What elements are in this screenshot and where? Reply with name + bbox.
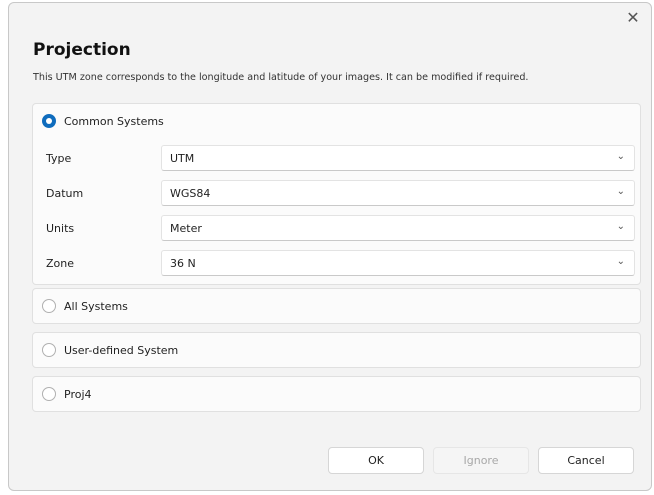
chevron-down-icon: ⌄	[616, 151, 625, 162]
proj4-radio[interactable]	[42, 387, 56, 401]
datum-row: Datum WGS84 ⌄	[33, 180, 640, 206]
ignore-button[interactable]: Ignore	[433, 447, 529, 474]
zone-row: Zone 36 N ⌄	[33, 250, 640, 276]
all-systems-panel: All Systems	[32, 288, 641, 324]
all-systems-radio[interactable]	[42, 299, 56, 313]
all-systems-label: All Systems	[64, 299, 128, 313]
dialog-description: This UTM zone corresponds to the longitu…	[33, 72, 529, 83]
common-systems-radio[interactable]	[42, 114, 56, 128]
user-defined-system-panel: User-defined System	[32, 332, 641, 368]
type-row: Type UTM ⌄	[33, 145, 640, 171]
type-label: Type	[46, 152, 72, 165]
common-systems-label: Common Systems	[64, 114, 164, 128]
proj4-radio-option[interactable]: Proj4	[42, 387, 92, 401]
user-defined-system-label: User-defined System	[64, 343, 179, 357]
all-systems-radio-option[interactable]: All Systems	[42, 299, 128, 313]
units-select[interactable]: Meter ⌄	[161, 215, 635, 241]
cancel-button[interactable]: Cancel	[538, 447, 634, 474]
datum-label: Datum	[46, 187, 84, 200]
radio-selected-dot	[46, 118, 52, 124]
proj4-label: Proj4	[64, 387, 92, 401]
proj4-panel: Proj4	[32, 376, 641, 412]
zone-label: Zone	[46, 257, 75, 270]
type-select[interactable]: UTM ⌄	[161, 145, 635, 171]
units-label: Units	[46, 222, 75, 235]
zone-value: 36 N	[170, 257, 196, 270]
units-value: Meter	[170, 222, 202, 235]
type-value: UTM	[170, 152, 195, 165]
chevron-down-icon: ⌄	[616, 186, 625, 197]
units-row: Units Meter ⌄	[33, 215, 640, 241]
datum-select[interactable]: WGS84 ⌄	[161, 180, 635, 206]
dialog-title: Projection	[33, 40, 131, 60]
common-systems-panel: Common Systems Type UTM ⌄ Datum WGS84 ⌄ …	[32, 103, 641, 285]
chevron-down-icon: ⌄	[616, 221, 625, 232]
chevron-down-icon: ⌄	[616, 256, 625, 267]
common-systems-radio-option[interactable]: Common Systems	[42, 114, 164, 128]
close-icon[interactable]: ✕	[623, 8, 643, 28]
user-defined-system-radio-option[interactable]: User-defined System	[42, 343, 178, 357]
ok-button[interactable]: OK	[328, 447, 424, 474]
user-defined-system-radio[interactable]	[42, 343, 56, 357]
datum-value: WGS84	[170, 187, 211, 200]
zone-select[interactable]: 36 N ⌄	[161, 250, 635, 276]
